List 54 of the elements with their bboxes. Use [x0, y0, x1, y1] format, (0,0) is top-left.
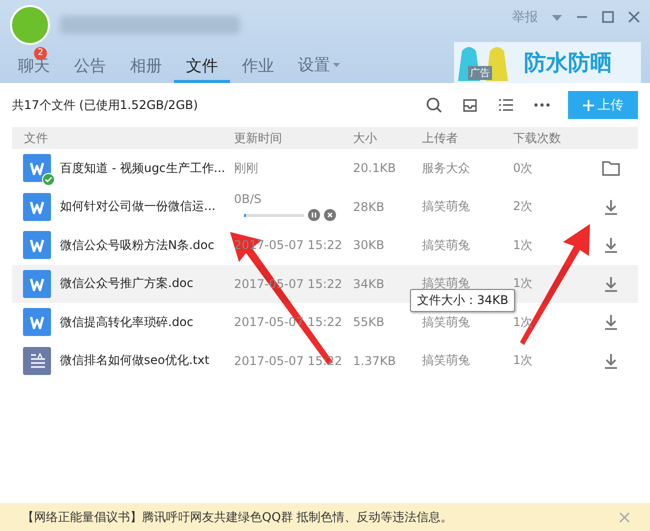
tab[interactable]: 公告	[62, 50, 118, 83]
file-name[interactable]: 微信排名如何做seo优化.txt	[60, 352, 234, 370]
tab[interactable]: 设置	[286, 50, 352, 83]
file-name[interactable]: 微信提高转化率琐碎.doc	[60, 314, 234, 331]
tab[interactable]: 相册	[118, 50, 174, 83]
folder-icon[interactable]	[602, 159, 620, 178]
file-name[interactable]: 百度知道 - 视频ugc生产工作...	[60, 160, 234, 177]
ad-banner[interactable]: 广告 防水防晒	[454, 42, 641, 83]
upload-button[interactable]: 上传	[568, 91, 638, 119]
uploader-name: 搞笑萌兔	[422, 314, 471, 331]
column-header: 更新时间	[234, 130, 283, 146]
tab[interactable]: 作业	[230, 50, 286, 83]
uploader-name: 搞笑萌兔	[422, 198, 471, 216]
uploader-name: 搞笑萌兔	[422, 352, 471, 370]
avatar[interactable]	[10, 5, 50, 45]
download-count: 1次	[513, 236, 534, 254]
download-count: 0次	[513, 160, 534, 177]
search-icon[interactable]	[426, 97, 442, 113]
cancel-icon[interactable]	[324, 209, 336, 222]
tab[interactable]: 文件	[174, 50, 230, 83]
file-size: 34KB	[353, 276, 386, 291]
download-count: 1次	[513, 275, 534, 292]
notification-badge: 2	[34, 47, 47, 60]
tooltip: 文件大小：34KB	[410, 289, 516, 312]
file-size: 30KB	[353, 238, 386, 252]
column-header: 大小	[353, 130, 378, 146]
file-size: 20.1KB	[353, 161, 397, 176]
plus-icon	[582, 100, 594, 110]
maximize-icon[interactable]	[602, 11, 614, 23]
uploader-name: 服务大众	[422, 160, 471, 177]
ad-text: 防水防晒	[524, 50, 612, 78]
download-count: 1次	[513, 314, 534, 331]
update-time: 刚刚	[234, 160, 259, 177]
transfer-speed: 0B/S	[234, 192, 263, 206]
file-name[interactable]: 微信公众号推广方案.doc	[60, 275, 234, 292]
ad-label: 广告	[468, 66, 492, 80]
download-count: 1次	[513, 352, 534, 370]
file-name[interactable]: 微信公众号吸粉方法N条.doc	[60, 236, 234, 254]
file-size: 55KB	[353, 315, 386, 330]
list-icon[interactable]	[498, 97, 514, 113]
pause-icon[interactable]	[308, 209, 320, 222]
uploader-name: 搞笑萌兔	[422, 236, 471, 254]
close-icon[interactable]	[628, 11, 640, 23]
file-name[interactable]: 如何针对公司做一份微信运...	[60, 198, 234, 216]
report-link[interactable]: 举报	[512, 8, 538, 26]
notice-text: 【网络正能量倡议书】腾讯呼吁网友共建绿色QQ群 抵制色情、反动等违法信息。	[22, 508, 454, 526]
column-header: 上传者	[422, 130, 459, 146]
file-size: 28KB	[353, 200, 386, 214]
column-header: 文件	[23, 130, 49, 146]
column-header: 下载次数	[513, 130, 562, 146]
download-count: 2次	[513, 198, 534, 216]
file-size: 1.37KB	[353, 354, 397, 368]
inbox-icon[interactable]	[462, 97, 478, 113]
file-summary: 共17个文件 (已使用1.52GB/2GB)	[12, 96, 199, 114]
